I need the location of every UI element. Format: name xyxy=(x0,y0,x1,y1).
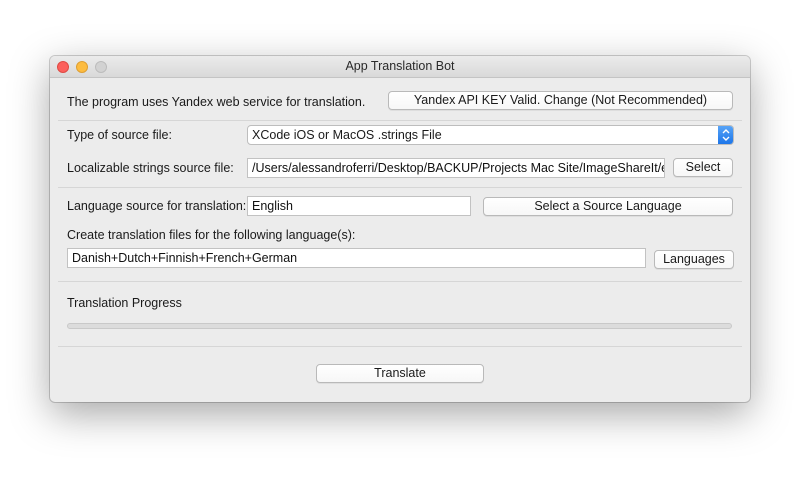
translation-progress-label: Translation Progress xyxy=(67,296,182,310)
translate-button[interactable]: Translate xyxy=(316,364,484,383)
languages-button[interactable]: Languages xyxy=(654,250,734,269)
separator xyxy=(58,346,742,347)
select-file-button[interactable]: Select xyxy=(673,158,733,177)
app-window: App Translation Bot The program uses Yan… xyxy=(50,56,750,402)
source-file-label: Localizable strings source file: xyxy=(67,161,234,175)
source-type-value: XCode iOS or MacOS .strings File xyxy=(252,128,442,142)
title-bar[interactable]: App Translation Bot xyxy=(50,56,750,78)
source-type-label: Type of source file: xyxy=(67,128,172,142)
separator xyxy=(58,120,742,121)
change-api-key-button[interactable]: Yandex API KEY Valid. Change (Not Recomm… xyxy=(388,91,733,110)
language-source-label: Language source for translation: xyxy=(67,199,247,213)
separator xyxy=(58,187,742,188)
separator xyxy=(58,281,742,282)
window-title: App Translation Bot xyxy=(345,59,455,73)
target-languages-field[interactable]: Danish+Dutch+Finnish+French+German xyxy=(67,248,646,268)
select-source-language-button[interactable]: Select a Source Language xyxy=(483,197,733,216)
chevron-up-down-icon xyxy=(718,126,733,144)
source-file-path-field[interactable]: /Users/alessandroferri/Desktop/BACKUP/Pr… xyxy=(247,158,665,178)
api-info-text: The program uses Yandex web service for … xyxy=(67,95,366,109)
target-languages-label: Create translation files for the followi… xyxy=(67,228,356,242)
source-type-popup[interactable]: XCode iOS or MacOS .strings File xyxy=(247,125,734,145)
translation-progress-bar xyxy=(67,323,732,329)
main-content: The program uses Yandex web service for … xyxy=(50,78,750,402)
language-source-field[interactable]: English xyxy=(247,196,471,216)
